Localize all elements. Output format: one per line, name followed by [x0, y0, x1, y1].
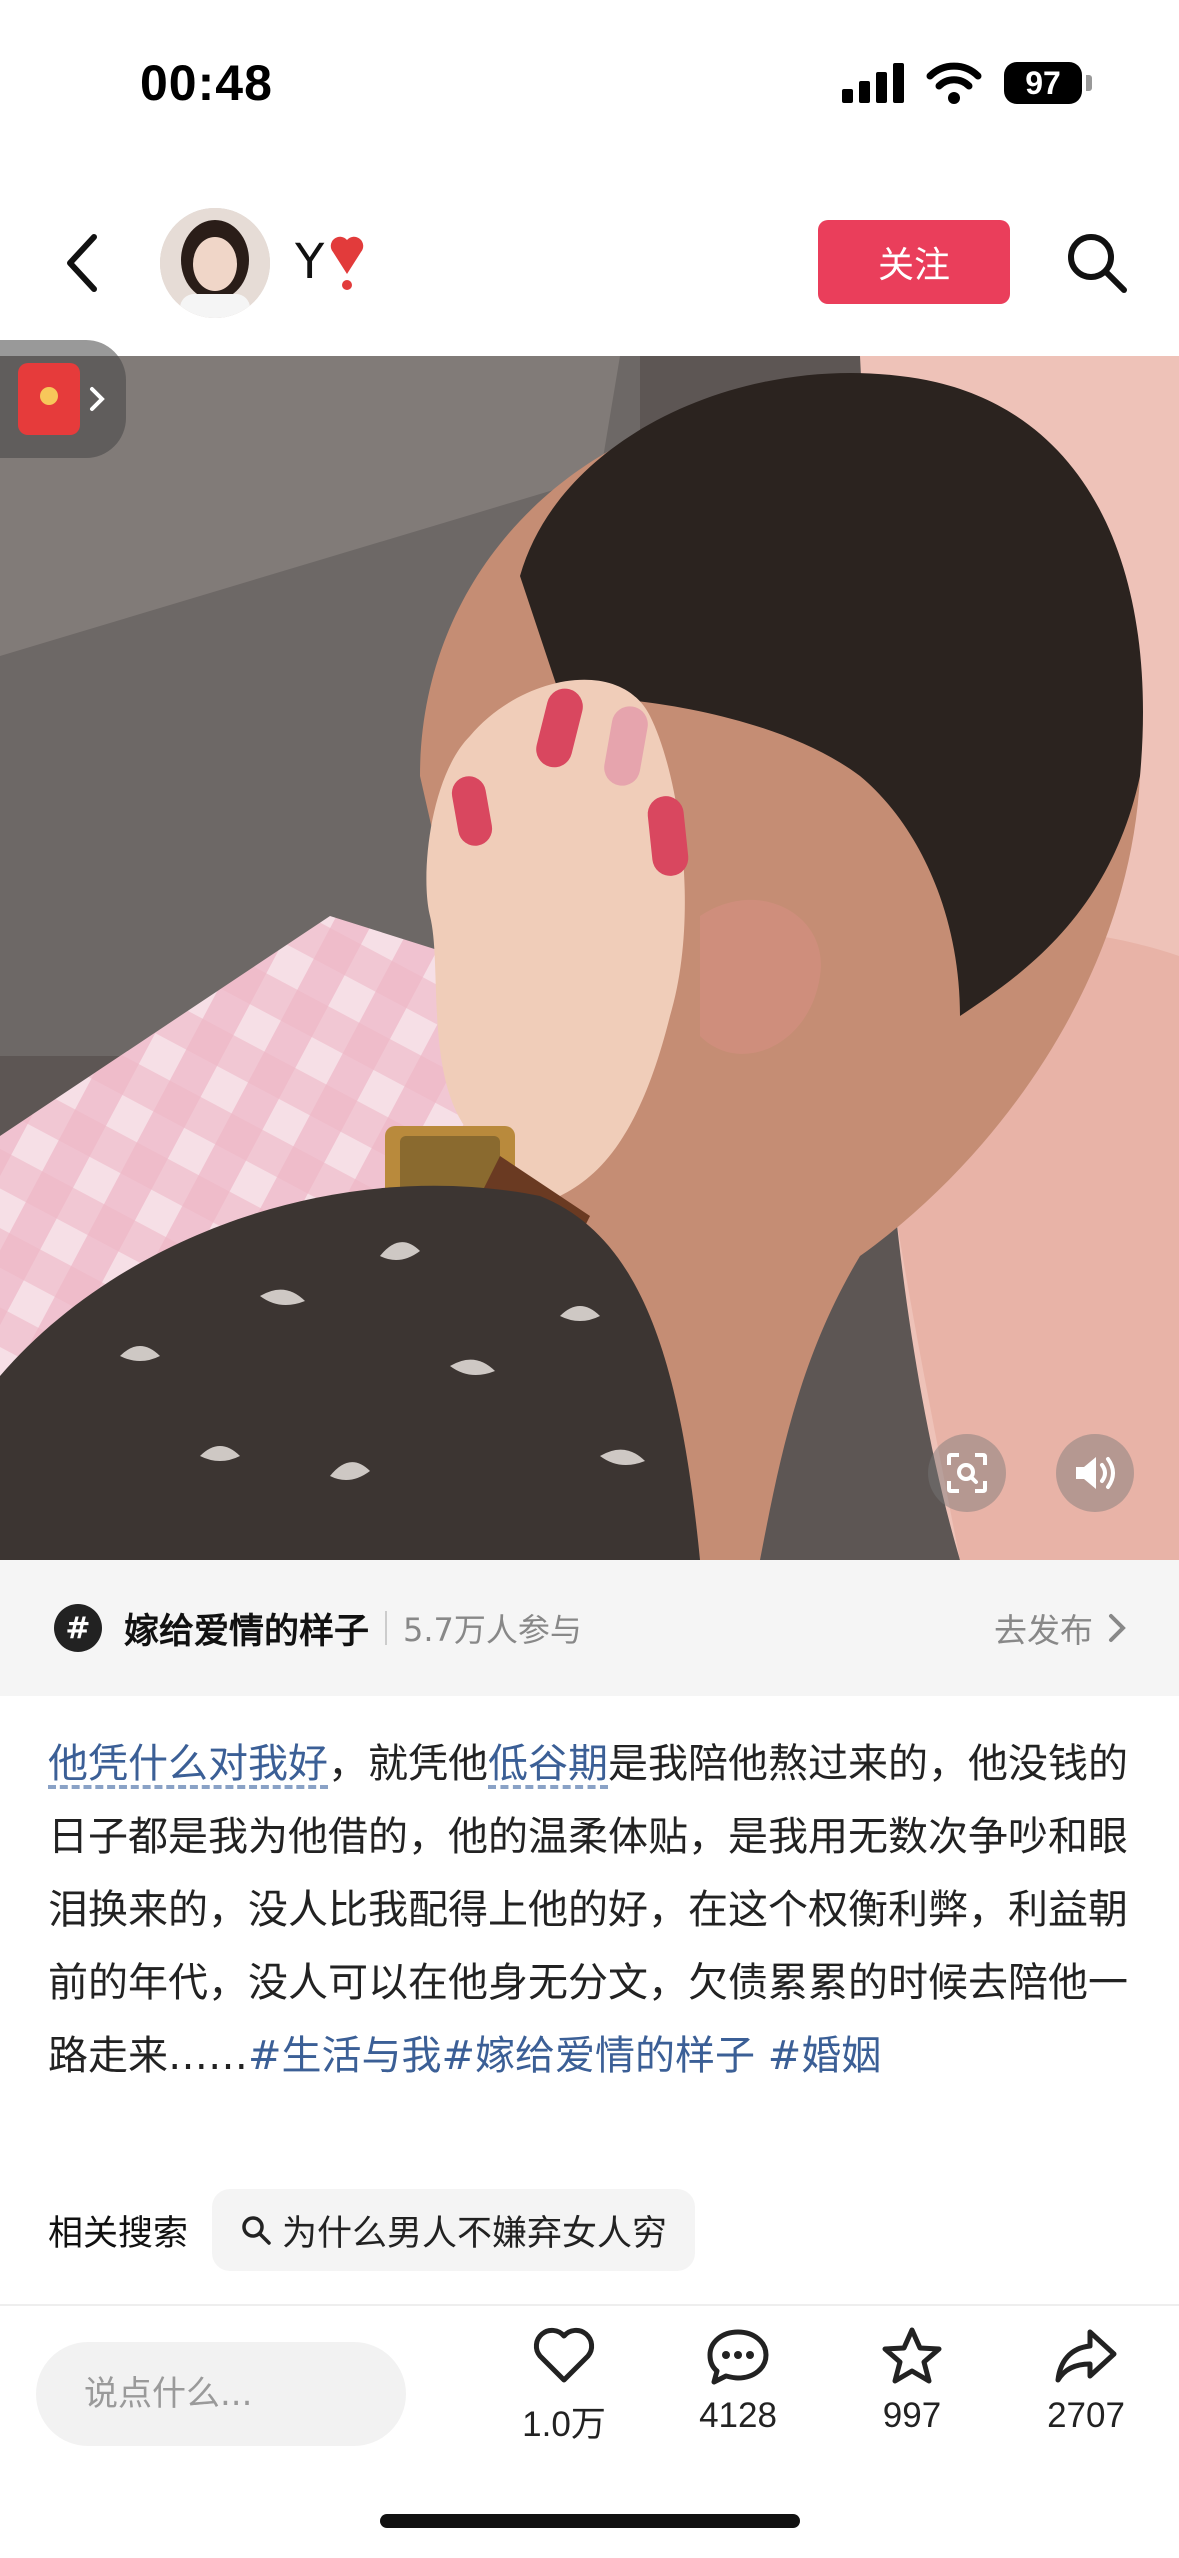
- battery-indicator: 97: [1004, 62, 1092, 104]
- caption-link-2[interactable]: 低谷期: [488, 1741, 608, 1787]
- related-search: 相关搜索 为什么男人不嫌弃女人穷: [48, 2189, 696, 2271]
- image-search-icon: [947, 1453, 987, 1493]
- chevron-right-icon: [90, 387, 105, 411]
- battery-level: 97: [1004, 62, 1082, 104]
- post-caption: 他凭什么对我好，就凭他低谷期是我陪他熬过来的，他没钱的日子都是我为他借的，他的温…: [48, 1728, 1138, 2093]
- comment-button[interactable]: 4128: [668, 2326, 808, 2436]
- follow-button[interactable]: 关注: [818, 220, 1010, 304]
- chevron-right-icon: [1109, 1614, 1126, 1642]
- caption-hashtag[interactable]: #婚姻: [768, 2033, 882, 2079]
- caption-space: [755, 2033, 768, 2079]
- comment-count: 4128: [699, 2396, 777, 2435]
- topic-publish-label: 去发布: [994, 1611, 1093, 1650]
- star-icon: [882, 2327, 942, 2384]
- search-icon: [242, 2216, 271, 2245]
- topic-bar[interactable]: # 嫁给爱情的样子 5.7万人参与 去发布: [0, 1560, 1179, 1696]
- related-search-label: 相关搜索: [48, 2213, 189, 2254]
- like-button[interactable]: 1.0万: [494, 2326, 634, 2447]
- topic-publish-link[interactable]: 去发布: [994, 1560, 1127, 1696]
- back-button[interactable]: [52, 228, 112, 298]
- avatar[interactable]: [160, 208, 270, 318]
- related-search-chip[interactable]: 为什么男人不嫌弃女人穷: [212, 2189, 696, 2271]
- search-icon: [1068, 234, 1127, 293]
- caption-hashtag[interactable]: #嫁给爱情的样子: [442, 2033, 756, 2079]
- username-text: Y: [295, 234, 325, 290]
- username[interactable]: Y: [295, 232, 364, 292]
- caption-text-1: ，就凭他: [328, 1741, 488, 1787]
- share-count: 2707: [1047, 2396, 1125, 2435]
- home-indicator: [380, 2514, 800, 2528]
- caption-hashtag[interactable]: #生活与我: [248, 2033, 442, 2079]
- heart-exclamation-icon: [331, 236, 364, 290]
- speaker-icon: [1076, 1457, 1115, 1489]
- status-time: 00:48: [140, 55, 273, 111]
- status-icons: 97: [842, 60, 1092, 106]
- wifi-icon: [926, 62, 982, 104]
- share-arrow-icon: [1055, 2329, 1117, 2383]
- post-photo[interactable]: [0, 356, 1179, 1560]
- topic-name: 嫁给爱情的样子: [124, 1611, 370, 1652]
- comment-bubble-icon: [707, 2329, 769, 2385]
- caption-link-1[interactable]: 他凭什么对我好: [48, 1741, 328, 1787]
- comment-input[interactable]: [36, 2342, 406, 2446]
- chevron-left-icon: [67, 234, 97, 292]
- cellular-signal-icon: [842, 63, 904, 103]
- related-search-query: 为什么男人不嫌弃女人穷: [282, 2213, 668, 2254]
- topic-participants: 5.7万人参与: [403, 1611, 582, 1649]
- like-count: 1.0万: [522, 2405, 606, 2444]
- sound-button[interactable]: [1056, 1434, 1134, 1512]
- avatar-image: [160, 208, 270, 318]
- red-packet-button[interactable]: [0, 340, 126, 458]
- heart-icon: [533, 2327, 595, 2383]
- favorite-count: 997: [882, 2396, 942, 2435]
- image-search-button[interactable]: [928, 1434, 1006, 1512]
- battery-tip: [1086, 75, 1092, 91]
- caption-text-2: 是我陪他熬过来的，他没钱的日子都是我为他借的，他的温柔体贴，是我用无数次争吵和眼…: [48, 1741, 1128, 2079]
- favorite-button[interactable]: 997: [842, 2326, 982, 2436]
- share-button[interactable]: 2707: [1016, 2326, 1156, 2436]
- topic-divider: [385, 1611, 388, 1645]
- hashtag-icon: #: [54, 1604, 102, 1652]
- red-packet-icon: [18, 363, 80, 435]
- photo-image: [0, 356, 1179, 1560]
- search-button[interactable]: [1060, 226, 1132, 298]
